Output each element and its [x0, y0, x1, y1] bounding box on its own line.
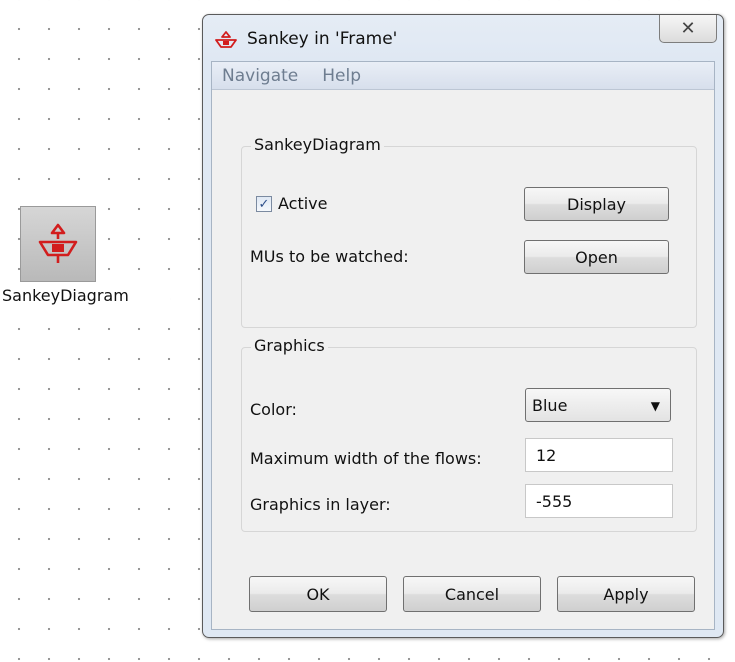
sankeydiagram-group: SankeyDiagram ✓ Active Display MUs to be… — [241, 135, 697, 328]
object-label: SankeyDiagram — [0, 286, 170, 306]
display-button[interactable]: Display — [524, 187, 669, 221]
menu-help[interactable]: Help — [322, 66, 361, 86]
menu-bar: Navigate Help — [212, 62, 714, 90]
graphics-group: Graphics Color: Blue ▼ Maximum width of … — [241, 336, 697, 532]
layer-input[interactable]: -555 — [525, 484, 673, 518]
sankey-icon — [38, 223, 78, 263]
open-button[interactable]: Open — [524, 240, 669, 274]
color-select[interactable]: Blue ▼ — [525, 388, 671, 422]
group-title-sankeydiagram: SankeyDiagram — [251, 135, 384, 154]
title-bar[interactable]: Sankey in 'Frame' ✕ — [203, 15, 723, 61]
color-label: Color: — [250, 400, 297, 419]
active-checkbox[interactable]: ✓ — [256, 196, 272, 212]
mus-label: MUs to be watched: — [250, 247, 409, 266]
group-title-graphics: Graphics — [251, 336, 328, 355]
sankey-dialog: Sankey in 'Frame' ✕ Navigate Help Sankey… — [202, 14, 724, 638]
ok-button[interactable]: OK — [249, 576, 387, 612]
max-width-input[interactable]: 12 — [525, 438, 673, 472]
checkmark-icon: ✓ — [258, 196, 270, 212]
close-button[interactable]: ✕ — [659, 15, 717, 43]
active-label: Active — [278, 194, 328, 213]
menu-navigate[interactable]: Navigate — [222, 66, 298, 86]
sankey-object-icon[interactable] — [20, 206, 96, 282]
dialog-client: Navigate Help SankeyDiagram ✓ Active Dis… — [211, 61, 715, 630]
max-width-label: Maximum width of the flows: — [250, 449, 482, 468]
apply-button[interactable]: Apply — [557, 576, 695, 612]
layer-label: Graphics in layer: — [250, 495, 391, 514]
sankey-icon — [215, 31, 237, 48]
close-icon: ✕ — [680, 18, 696, 39]
cancel-button[interactable]: Cancel — [403, 576, 541, 612]
window-title: Sankey in 'Frame' — [247, 29, 398, 49]
chevron-down-icon: ▼ — [650, 399, 660, 413]
